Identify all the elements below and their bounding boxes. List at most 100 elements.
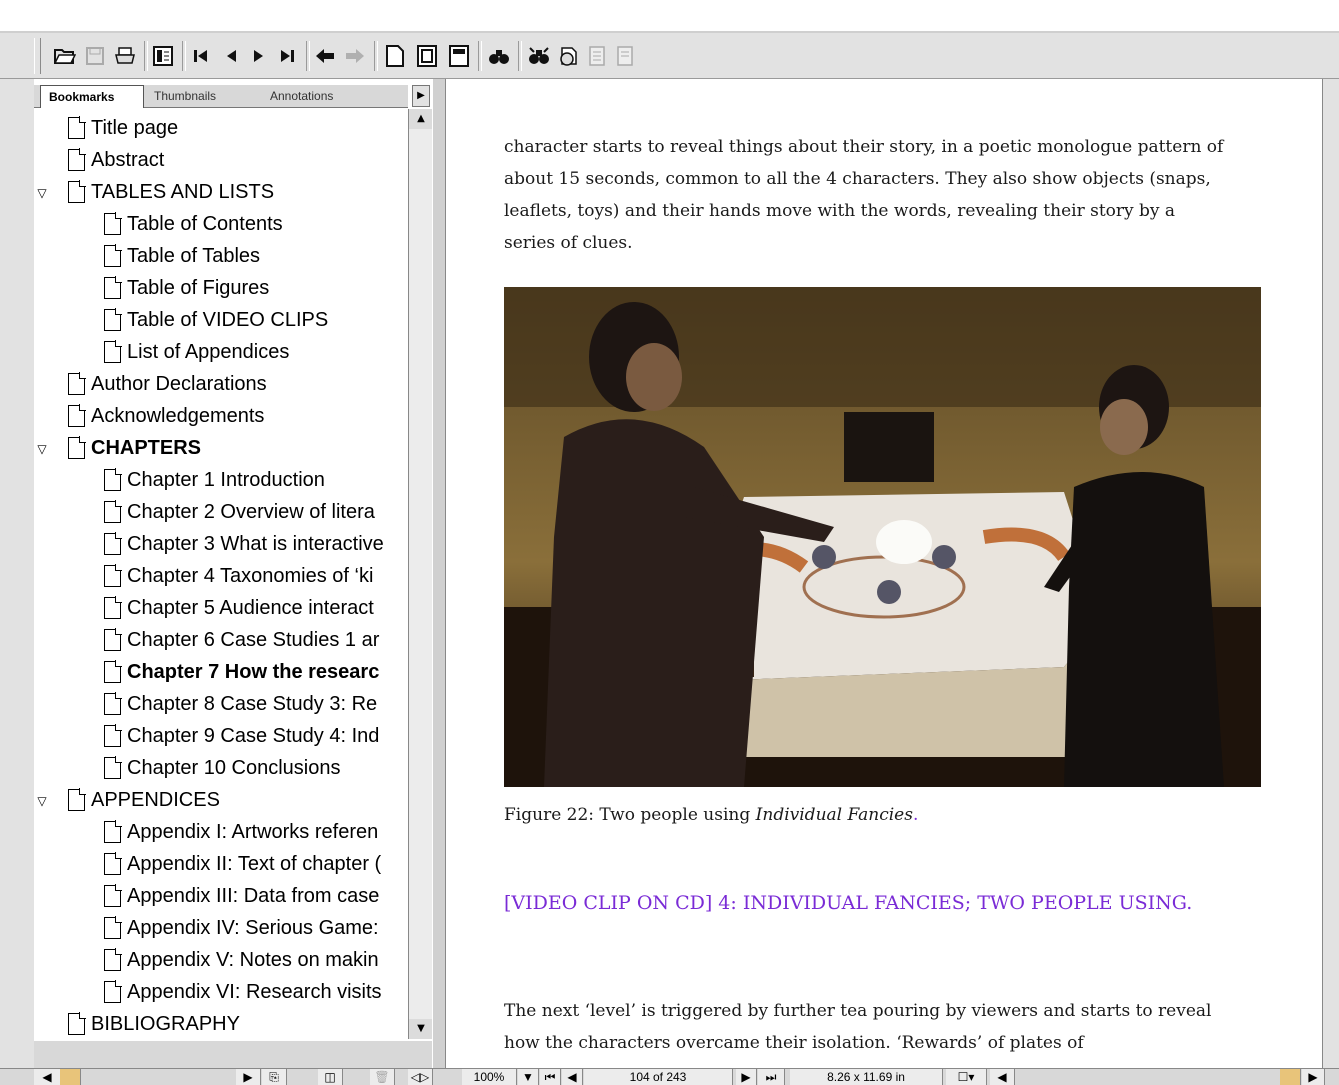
pane-divider[interactable] (432, 79, 446, 1068)
bookmark-options-icon[interactable]: ◫ (318, 1069, 343, 1085)
bookmark-item[interactable]: List of Appendices (104, 337, 289, 367)
bookmark-item[interactable]: Appendix III: Data from case (104, 881, 379, 911)
expand-triangle-icon[interactable]: ▽ (34, 185, 50, 201)
bookmark-item[interactable]: Acknowledgements (68, 401, 264, 431)
page-indicator[interactable]: 104 of 243 (584, 1069, 733, 1085)
bookmark-item[interactable]: Chapter 8 Case Study 3: Re (104, 689, 377, 719)
page-icon[interactable] (584, 43, 610, 69)
bookmark-item[interactable]: BIBLIOGRAPHY (68, 1009, 240, 1039)
go-back-icon[interactable] (312, 43, 338, 69)
zoom-field[interactable]: 100% (462, 1069, 517, 1085)
next-page-icon[interactable] (246, 43, 272, 69)
print-icon[interactable] (112, 43, 138, 69)
bookmark-item[interactable]: APPENDICES (68, 785, 220, 815)
scroll-down-arrow-icon[interactable]: ▼ (409, 1019, 433, 1039)
bookmark-label: CHAPTERS (91, 436, 202, 459)
doc-scroll-left-icon[interactable]: ◀ (990, 1069, 1015, 1085)
expand-triangle-icon[interactable]: ▽ (34, 441, 50, 457)
video-clip-link[interactable]: [VIDEO CLIP ON CD] 4: INDIVIDUAL FANCIES… (504, 887, 1224, 919)
bookmark-item[interactable]: Chapter 2 Overview of litera (104, 497, 375, 527)
bookmark-page-icon (104, 884, 122, 907)
page-icon-2[interactable] (612, 43, 638, 69)
bookmark-item[interactable]: Abstract (68, 145, 164, 175)
open-icon[interactable] (52, 43, 78, 69)
bookmark-item[interactable]: Table of VIDEO CLIPS (104, 305, 328, 335)
fit-width-icon[interactable] (446, 43, 472, 69)
bookmark-label: Table of VIDEO CLIPS (127, 308, 329, 331)
expand-triangle-icon[interactable]: ▽ (34, 793, 50, 809)
bookmark-item[interactable]: Appendix II: Text of chapter ( (104, 849, 381, 879)
bookmark-page-icon (104, 244, 122, 267)
web-capture-icon[interactable] (556, 43, 582, 69)
bookmark-item[interactable]: Appendix I: Artworks referen (104, 817, 378, 847)
next-page-small-icon[interactable]: ▶ (736, 1069, 757, 1085)
bookmark-item[interactable]: Chapter 9 Case Study 4: Ind (104, 721, 379, 751)
first-page-icon[interactable] (188, 43, 214, 69)
previous-page-small-icon[interactable]: ◀ (562, 1069, 583, 1085)
bookmark-page-icon (104, 308, 122, 331)
scroll-thumb[interactable] (60, 1069, 81, 1085)
resize-pane-icon[interactable]: ◁▷ (408, 1069, 433, 1085)
delete-bookmark-icon[interactable]: 🗑 (370, 1069, 395, 1085)
bookmark-item[interactable]: Chapter 5 Audience interact (104, 593, 374, 623)
navigation-pane-icon[interactable] (150, 43, 176, 69)
tab-annotations[interactable]: Annotations (262, 85, 382, 107)
bookmark-item[interactable]: Chapter 10 Conclusions (104, 753, 340, 783)
search-icon[interactable] (526, 43, 552, 69)
bookmark-label: Appendix VI: Research visits (127, 980, 382, 1003)
find-icon[interactable] (486, 43, 512, 69)
bookmark-item[interactable]: CHAPTERS (68, 433, 201, 463)
new-bookmark-icon[interactable]: ⎘ (262, 1069, 287, 1085)
tab-menu-arrow[interactable]: ▶ (412, 85, 430, 107)
bookmark-item[interactable]: Chapter 7 How the researc (104, 657, 379, 687)
page-size-readout: 8.26 x 11.69 in (790, 1069, 943, 1085)
doc-scroll-thumb[interactable] (1280, 1069, 1301, 1085)
bookmark-page-icon (104, 468, 122, 491)
bookmark-item[interactable]: Chapter 1 Introduction (104, 465, 325, 495)
bookmark-label: Chapter 8 Case Study 3: Re (127, 692, 378, 715)
zoom-menu-arrow-icon[interactable]: ▼ (518, 1069, 539, 1085)
toolbar-separator (306, 41, 310, 71)
go-forward-icon[interactable] (342, 43, 368, 69)
toolbar-grip[interactable] (34, 38, 41, 74)
bookmark-page-icon (104, 724, 122, 747)
bookmark-item[interactable]: Author Declarations (68, 369, 267, 399)
bookmark-label: Table of Tables (127, 244, 261, 267)
bookmark-item[interactable]: Table of Contents (104, 209, 283, 239)
bookmark-item[interactable]: Appendix V: Notes on makin (104, 945, 379, 975)
navigation-tabs: Bookmarks Thumbnails Annotations (34, 85, 408, 108)
scroll-left-arrow-icon[interactable]: ◀ (34, 1069, 61, 1085)
tab-thumbnails[interactable]: Thumbnails (146, 85, 260, 107)
bookmark-item[interactable]: Table of Figures (104, 273, 269, 303)
toolbar-separator (518, 41, 522, 71)
bookmark-item[interactable]: Chapter 4 Taxonomies of ‘ki (104, 561, 373, 591)
bookmark-label: Author Declarations (91, 372, 267, 395)
bookmark-page-icon (68, 116, 86, 139)
save-icon[interactable] (82, 43, 108, 69)
previous-page-icon[interactable] (218, 43, 244, 69)
bookmark-label: Chapter 2 Overview of litera (127, 500, 375, 523)
first-page-small-icon[interactable]: ⏮ (540, 1069, 561, 1085)
bookmark-item[interactable]: Title page (68, 113, 178, 143)
bookmark-item[interactable]: Chapter 3 What is interactive (104, 529, 384, 559)
doc-scroll-right-icon[interactable]: ▶ (1302, 1069, 1325, 1085)
bookmark-label: Appendix V: Notes on makin (127, 948, 379, 971)
bookmark-item[interactable]: Appendix IV: Serious Game: (104, 913, 379, 943)
tab-bookmarks[interactable]: Bookmarks (40, 85, 144, 108)
bookmark-label: Chapter 10 Conclusions (127, 756, 341, 779)
bookmark-label: Chapter 1 Introduction (127, 468, 325, 491)
bookmark-item[interactable]: Chapter 6 Case Studies 1 ar (104, 625, 379, 655)
scroll-up-arrow-icon[interactable]: ▲ (409, 109, 433, 129)
scroll-right-arrow-icon[interactable]: ▶ (236, 1069, 261, 1085)
bookmark-item[interactable]: Table of Tables (104, 241, 260, 271)
last-page-icon[interactable] (274, 43, 300, 69)
page-layout-icon[interactable]: ☐▾ (946, 1069, 987, 1085)
bookmark-page-icon (104, 756, 122, 779)
last-page-small-icon[interactable]: ⏭ (758, 1069, 785, 1085)
bookmark-item[interactable]: TABLES AND LISTS (68, 177, 274, 207)
bookmark-label: Appendix II: Text of chapter ( (127, 852, 382, 875)
bookmark-scrollbar[interactable]: ▲ ▼ (408, 109, 433, 1039)
bookmark-item[interactable]: Appendix VI: Research visits (104, 977, 382, 1007)
fit-page-icon[interactable] (414, 43, 440, 69)
actual-size-icon[interactable] (382, 43, 408, 69)
